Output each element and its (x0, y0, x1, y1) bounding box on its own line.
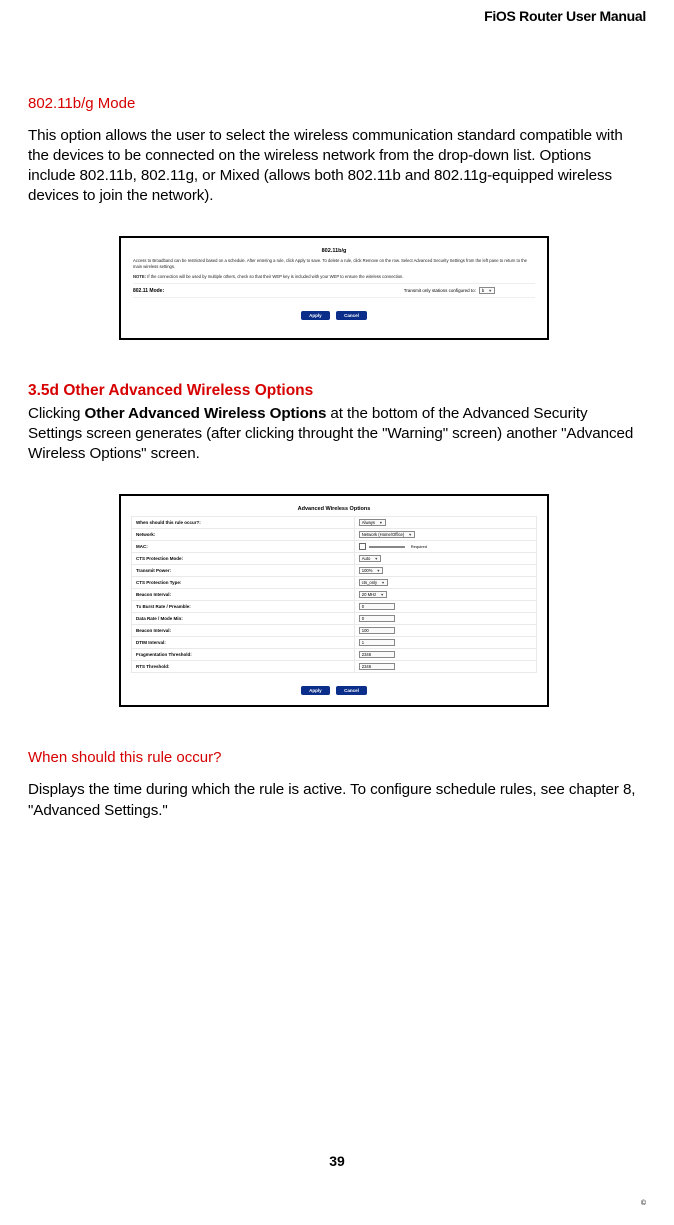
apply-button[interactable]: Apply (301, 686, 330, 695)
row-control: Network (Home/Office)▼ (354, 529, 536, 541)
cancel-button[interactable]: Cancel (336, 311, 367, 320)
table-row: MAC: Required (132, 541, 537, 553)
field-note: Required (411, 544, 427, 549)
body-3-5d: Clicking Other Advanced Wireless Options… (28, 404, 640, 464)
table-row: Fragmentation Threshold: 2346 (132, 649, 537, 661)
select-value: cts_only (362, 580, 377, 585)
text-input[interactable]: 1 (359, 639, 395, 646)
select-value: Always (362, 520, 375, 525)
select-value: 100% (362, 568, 373, 573)
row-label: Network: (132, 529, 355, 541)
chevron-down-icon: ▼ (408, 533, 412, 537)
row-control: 1 (354, 637, 536, 649)
shot1-select[interactable]: b ▼ (479, 287, 495, 294)
row-control: cts_only ▼ (354, 577, 536, 589)
select-value: Network (Home/Office) (362, 532, 405, 537)
shot1-row-hint: Transmit only stations configured to: (404, 288, 476, 293)
s2-pre: Clicking (28, 405, 85, 422)
table-row: Network: Network (Home/Office)▼ (132, 529, 537, 541)
select-control[interactable]: 20 MHz ▼ (359, 591, 387, 598)
row-control: 2346 (354, 649, 536, 661)
chevron-down-icon: ▼ (380, 593, 384, 597)
shot1-note-label: NOTE: (133, 274, 146, 279)
select-control[interactable]: Auto▼ (359, 555, 381, 562)
shot1-row: 802.11 Mode: Transmit only stations conf… (133, 283, 535, 298)
apply-button[interactable]: Apply (301, 311, 330, 320)
select-control[interactable]: cts_only ▼ (359, 579, 388, 586)
text-input[interactable]: 0 (359, 603, 395, 610)
row-control: 100%▼ (354, 565, 536, 577)
shot1-select-value: b (482, 288, 484, 293)
table-row: Beacon Interval: 100 (132, 625, 537, 637)
row-label: Beacon Interval: (132, 625, 355, 637)
row-control: 100 (354, 625, 536, 637)
table-row: CTS Protection Type: cts_only ▼ (132, 577, 537, 589)
text-input[interactable]: 0 (359, 615, 395, 622)
shot1-title: 802.11b/g (133, 248, 535, 254)
row-label: DTIM Interval: (132, 637, 355, 649)
row-label: MAC: (132, 541, 355, 553)
row-label: Beacon Interval: (132, 589, 355, 601)
table-row: Beacon Interval: 20 MHz ▼ (132, 589, 537, 601)
text-input[interactable]: 2346 (359, 651, 395, 658)
s2-strong: Other Advanced Wireless Options (85, 405, 327, 422)
chevron-down-icon: ▼ (374, 557, 378, 561)
select-value: Auto (362, 556, 371, 561)
shot1-button-row: Apply Cancel (133, 304, 535, 322)
select-control[interactable]: Always ▼ (359, 519, 386, 526)
row-control: 0 (354, 613, 536, 625)
row-control: Auto▼ (354, 553, 536, 565)
select-control[interactable]: Network (Home/Office)▼ (359, 531, 415, 538)
table-row: Data Rate / Mode Min: 0 (132, 613, 537, 625)
select-control[interactable]: 100%▼ (359, 567, 383, 574)
shot2-button-row: Apply Cancel (131, 679, 537, 697)
heading-3-5d: 3.5d Other Advanced Wireless Options (28, 382, 640, 400)
text-input[interactable] (369, 546, 405, 548)
shot1-note-text: If the connection will be used by multip… (147, 274, 403, 279)
row-label: RTS Threshold: (132, 661, 355, 673)
shot1-row-value: Transmit only stations configured to: b … (404, 287, 495, 294)
row-label: Fragmentation Threshold: (132, 649, 355, 661)
copyright: © (641, 1200, 646, 1207)
row-control: Always ▼ (354, 517, 536, 529)
chevron-down-icon: ▼ (376, 569, 380, 573)
shot2-title: Advanced Wireless Options (131, 506, 537, 512)
row-control: 0 (354, 601, 536, 613)
row-label: Tx Burst Rate / Preamble: (132, 601, 355, 613)
row-control: 20 MHz ▼ (354, 589, 536, 601)
body-when-rule: Displays the time during which the rule … (28, 780, 640, 820)
shot1-note: NOTE: If the connection will be used by … (133, 274, 535, 280)
checkbox[interactable] (359, 543, 366, 550)
table-row: When should this rule occur?: Always ▼ (132, 517, 537, 529)
screenshot-advanced-options: Advanced Wireless Options When should th… (119, 494, 549, 707)
shot1-row-label: 802.11 Mode: (133, 288, 283, 294)
text-input[interactable]: 100 (359, 627, 395, 634)
running-header: FiOS Router User Manual (484, 8, 646, 24)
cancel-button[interactable]: Cancel (336, 686, 367, 695)
chevron-down-icon: ▼ (379, 521, 383, 525)
table-row: DTIM Interval: 1 (132, 637, 537, 649)
shot2-table: When should this rule occur?:Always▼Netw… (131, 516, 537, 673)
chevron-down-icon: ▼ (381, 581, 385, 585)
select-value: 20 MHz (362, 592, 376, 597)
row-label: Transmit Power: (132, 565, 355, 577)
table-row: CTS Protection Mode: Auto▼ (132, 553, 537, 565)
row-control: 2346 (354, 661, 536, 673)
page-number: 39 (0, 1153, 674, 1169)
chevron-down-icon: ▼ (488, 289, 492, 293)
shot1-desc: Access to Broadband can be restricted ba… (133, 258, 535, 269)
row-label: CTS Protection Type: (132, 577, 355, 589)
table-row: Transmit Power: 100%▼ (132, 565, 537, 577)
heading-when-rule: When should this rule occur? (28, 749, 640, 766)
text-input[interactable]: 2346 (359, 663, 395, 670)
row-label: When should this rule occur?: (132, 517, 355, 529)
table-row: Tx Burst Rate / Preamble: 0 (132, 601, 537, 613)
row-label: Data Rate / Mode Min: (132, 613, 355, 625)
heading-80211bg: 802.11b/g Mode (28, 95, 640, 112)
screenshot-80211bg: 802.11b/g Access to Broadband can be res… (119, 236, 549, 340)
table-row: RTS Threshold: 2346 (132, 661, 537, 673)
row-label: CTS Protection Mode: (132, 553, 355, 565)
body-80211bg: This option allows the user to select th… (28, 126, 640, 206)
row-control: Required (354, 541, 536, 553)
